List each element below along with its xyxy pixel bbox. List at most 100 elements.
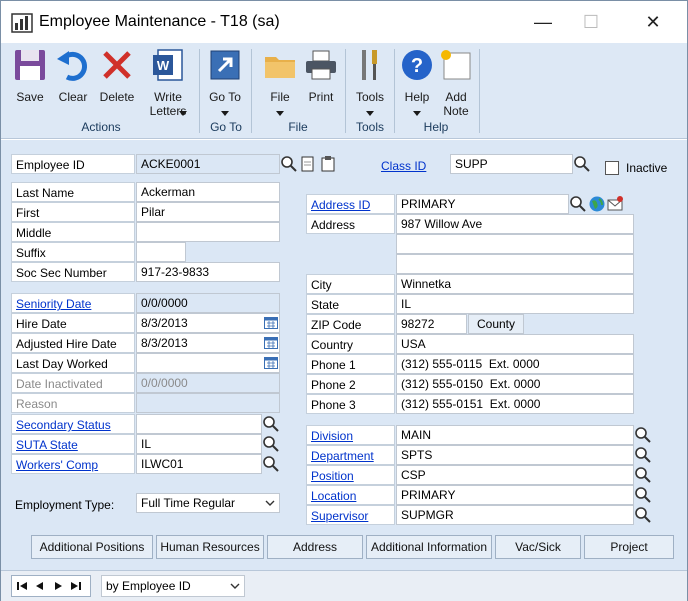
state-field[interactable]: IL xyxy=(396,294,634,314)
last-day-worked-field[interactable] xyxy=(136,353,280,373)
tab-human-resources[interactable]: Human Resources xyxy=(156,535,264,559)
middle-name-field[interactable] xyxy=(136,222,280,242)
help-button[interactable]: ? Help xyxy=(399,47,435,116)
phone-3-field[interactable]: (312) 555-0151 Ext. 0000 xyxy=(396,394,634,414)
tools-button[interactable]: Tools xyxy=(351,47,389,116)
delete-button[interactable]: Delete xyxy=(95,47,139,104)
hire-date-field[interactable]: 8/3/2013 xyxy=(136,313,280,333)
tab-vac-sick[interactable]: Vac/Sick xyxy=(495,535,581,559)
calendar-icon[interactable] xyxy=(264,317,278,329)
suffix-field[interactable] xyxy=(136,242,186,262)
last-name-field[interactable]: Ackerman xyxy=(136,182,280,202)
address-line-3-field[interactable] xyxy=(396,254,634,274)
save-button[interactable]: Save xyxy=(9,47,51,104)
position-field[interactable]: CSP xyxy=(396,465,634,485)
minimize-button[interactable]: — xyxy=(531,11,555,33)
phone-2-field[interactable]: (312) 555-0150 Ext. 0000 xyxy=(396,374,634,394)
class-id-link[interactable]: Class ID xyxy=(381,156,426,176)
address-line-1-field[interactable]: 987 Willow Ave xyxy=(396,214,634,234)
word-icon: W xyxy=(153,49,183,81)
tab-additional-positions[interactable]: Additional Positions xyxy=(31,535,153,559)
adjusted-hire-date-field[interactable]: 8/3/2013 xyxy=(136,333,280,353)
write-letters-button[interactable]: W Write Letters xyxy=(143,47,193,118)
suta-state-link[interactable]: SUTA State xyxy=(11,434,135,454)
address-id-field[interactable]: PRIMARY xyxy=(396,194,569,214)
workers-comp-field[interactable]: ILWC01 xyxy=(136,454,262,474)
division-field[interactable]: MAIN xyxy=(396,425,634,445)
next-record-icon[interactable] xyxy=(51,578,65,594)
file-button[interactable]: File xyxy=(261,47,299,116)
lookup-icon[interactable] xyxy=(634,446,652,464)
add-note-button[interactable]: Add Note xyxy=(437,47,475,118)
email-icon[interactable] xyxy=(606,195,624,213)
department-link[interactable]: Department xyxy=(306,445,395,465)
lookup-icon[interactable] xyxy=(569,195,587,213)
lookup-icon[interactable] xyxy=(262,435,280,453)
secondary-status-link[interactable]: Secondary Status xyxy=(11,414,135,434)
employee-id-field[interactable]: ACKE0001 xyxy=(136,154,280,174)
document-icon[interactable] xyxy=(299,155,317,173)
seniority-date-link[interactable]: Seniority Date xyxy=(11,293,135,313)
sort-by-select[interactable]: by Employee ID xyxy=(101,575,245,597)
class-id-label: Class ID xyxy=(381,159,427,173)
calendar-icon[interactable] xyxy=(264,357,278,369)
first-name-field[interactable]: Pilar xyxy=(136,202,280,222)
tab-project[interactable]: Project xyxy=(584,535,674,559)
county-button[interactable]: County xyxy=(468,314,524,334)
address-line-2-field[interactable] xyxy=(396,234,634,254)
suta-state-field[interactable]: IL xyxy=(136,434,262,454)
first-record-icon[interactable] xyxy=(15,578,29,594)
lookup-icon[interactable] xyxy=(634,466,652,484)
record-navigator xyxy=(11,575,91,597)
lookup-icon[interactable] xyxy=(262,455,280,473)
address-id-link[interactable]: Address ID xyxy=(306,194,395,214)
date-inactivated-label: Date Inactivated xyxy=(11,373,135,393)
calendar-icon[interactable] xyxy=(264,337,278,349)
supervisor-link[interactable]: Supervisor xyxy=(306,505,395,525)
phone-1-field[interactable]: (312) 555-0115 Ext. 0000 xyxy=(396,354,634,374)
division-link[interactable]: Division xyxy=(306,425,395,445)
secondary-status-field[interactable] xyxy=(136,414,262,434)
maximize-button[interactable]: ☐ xyxy=(579,11,603,33)
last-record-icon[interactable] xyxy=(69,578,83,594)
city-field[interactable]: Winnetka xyxy=(396,274,634,294)
clear-button[interactable]: Clear xyxy=(53,47,93,104)
globe-icon[interactable] xyxy=(588,195,606,213)
goto-label: Go To xyxy=(209,90,241,104)
lookup-icon[interactable] xyxy=(262,415,280,433)
position-link[interactable]: Position xyxy=(306,465,395,485)
location-link[interactable]: Location xyxy=(306,485,395,505)
department-field[interactable]: SPTS xyxy=(396,445,634,465)
goto-button[interactable]: Go To xyxy=(205,47,245,116)
sort-by-value: by Employee ID xyxy=(106,579,191,593)
inactive-checkbox[interactable] xyxy=(605,161,619,175)
print-button[interactable]: Print xyxy=(301,47,341,104)
lookup-icon[interactable] xyxy=(573,155,591,173)
hire-date-label: Hire Date xyxy=(11,313,135,333)
lookup-icon[interactable] xyxy=(280,155,298,173)
location-field[interactable]: PRIMARY xyxy=(396,485,634,505)
tab-additional-information[interactable]: Additional Information xyxy=(366,535,492,559)
ribbon-separator xyxy=(251,49,252,133)
close-button[interactable]: ✕ xyxy=(641,11,665,33)
previous-record-icon[interactable] xyxy=(33,578,47,594)
help-icon: ? xyxy=(402,50,432,80)
clipboard-icon[interactable] xyxy=(319,155,337,173)
supervisor-field[interactable]: SUPMGR xyxy=(396,505,634,525)
address-id-label: Address ID xyxy=(311,198,371,212)
class-id-field[interactable]: SUPP xyxy=(450,154,573,174)
country-field[interactable]: USA xyxy=(396,334,634,354)
ssn-field[interactable]: 917-23-9833 xyxy=(136,262,280,282)
workers-comp-link[interactable]: Workers' Comp xyxy=(11,454,135,474)
lookup-icon[interactable] xyxy=(634,506,652,524)
chevron-down-icon xyxy=(179,111,187,116)
location-label: Location xyxy=(311,489,357,503)
zip-code-field[interactable]: 98272 xyxy=(396,314,467,334)
ribbon-separator xyxy=(394,49,395,133)
lookup-icon[interactable] xyxy=(634,486,652,504)
lookup-icon[interactable] xyxy=(634,426,652,444)
employment-type-select[interactable]: Full Time Regular xyxy=(136,493,280,513)
file-label: File xyxy=(270,90,290,104)
tab-address[interactable]: Address xyxy=(267,535,363,559)
first-name-label: First xyxy=(11,202,135,222)
